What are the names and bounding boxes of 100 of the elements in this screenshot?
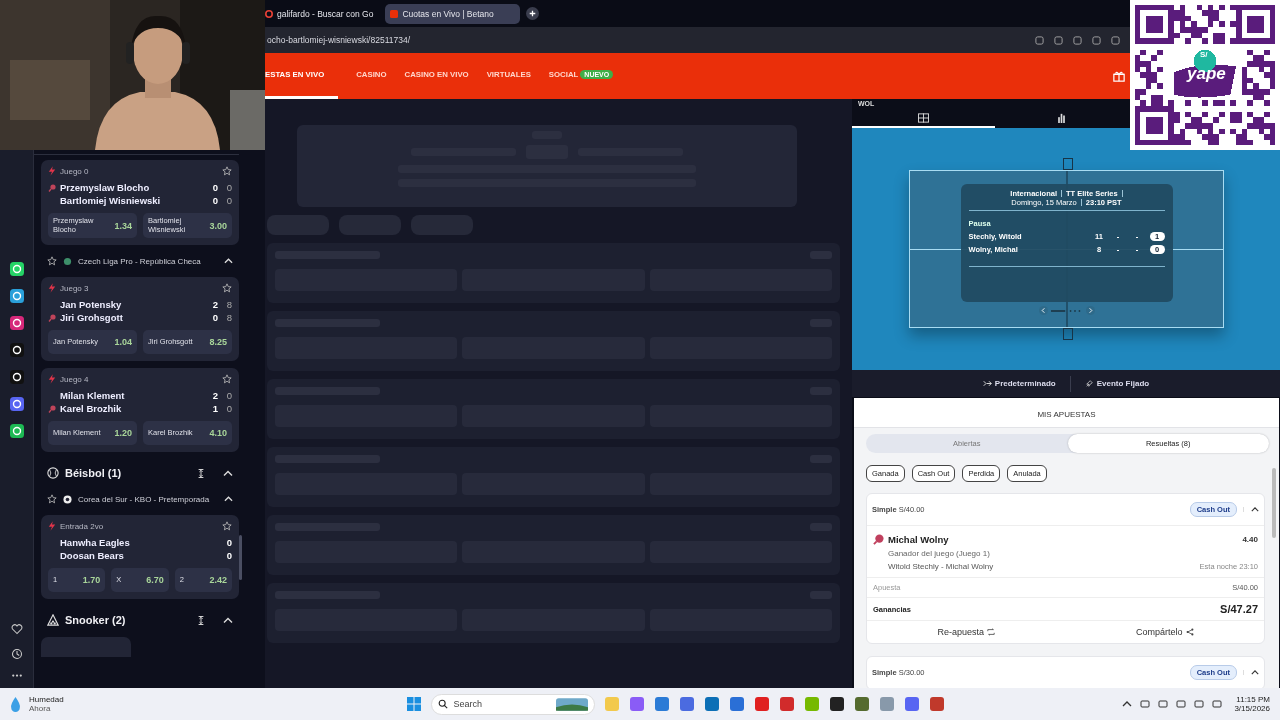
- sport-title[interactable]: Snooker (2): [65, 614, 191, 627]
- score: 0: [225, 537, 232, 549]
- paddle-icon: [873, 534, 884, 545]
- triangle-icon: [47, 614, 59, 627]
- star-icon[interactable]: [47, 494, 57, 505]
- player-name: Karel Brozhik: [60, 403, 123, 415]
- net-post: [1063, 328, 1073, 340]
- player-name: Przemyslaw Blocho: [60, 182, 151, 193]
- weather-title: Humedad: [29, 695, 64, 704]
- chevron-left-icon[interactable]: [1038, 306, 1048, 315]
- tray-icon[interactable]: [1158, 699, 1169, 709]
- net-post: [1063, 158, 1073, 170]
- tray-icon[interactable]: [1212, 699, 1223, 709]
- score: 8: [225, 299, 232, 311]
- g-logo-icon: [265, 9, 273, 18]
- collapse-icon[interactable]: [197, 467, 205, 479]
- heart-icon[interactable]: [10, 623, 23, 635]
- chevron-up-icon[interactable]: [223, 469, 233, 477]
- rebet-button[interactable]: Re-apuesta: [867, 624, 1066, 640]
- star-icon[interactable]: [222, 374, 232, 385]
- score: 0: [225, 403, 232, 415]
- share-button[interactable]: Compártelo: [1065, 624, 1264, 640]
- player-name: Jan Potensky: [60, 299, 123, 311]
- star-icon[interactable]: [222, 166, 232, 176]
- score: 1: [211, 403, 218, 415]
- clock-icon[interactable]: [10, 648, 23, 660]
- score: 0: [225, 550, 232, 562]
- score: 0: [225, 390, 232, 402]
- bar-chart-icon: [1055, 112, 1067, 123]
- chevron-up-icon[interactable]: [224, 496, 233, 503]
- clock-time: 11:15 PM: [1236, 695, 1270, 704]
- pinned-event-button[interactable]: Evento Fijado: [1080, 377, 1154, 390]
- clock-date: 3/15/2026: [1234, 704, 1270, 713]
- star-icon[interactable]: [222, 521, 232, 532]
- lightning-icon: [48, 166, 56, 176]
- star-icon[interactable]: [222, 283, 232, 294]
- score: 0: [211, 312, 218, 324]
- score: 2: [211, 390, 218, 402]
- player-name: Milan Klement: [60, 390, 126, 402]
- lightning-icon: [48, 374, 56, 385]
- gift-icon[interactable]: [1113, 70, 1125, 82]
- address-field[interactable]: ocho-bartlomiej-wisniewski/82511734/: [267, 35, 410, 45]
- panel-title: MIS APUESTAS: [854, 398, 1279, 428]
- chevron-up-icon[interactable]: [224, 258, 233, 265]
- chevron-up-icon[interactable]: [1243, 507, 1259, 512]
- chevron-up-icon[interactable]: [223, 616, 233, 624]
- pagination-icon: [1050, 308, 1083, 313]
- default-view-button[interactable]: Predeterminado: [978, 377, 1060, 390]
- tray-icon[interactable]: [1176, 699, 1187, 709]
- tray-icon[interactable]: [1140, 699, 1151, 709]
- player-name: Bartlomiej Wisniewski: [60, 195, 162, 206]
- pin-icon: [1084, 380, 1094, 387]
- windows-icon[interactable]: [405, 696, 422, 712]
- star-icon[interactable]: [47, 256, 57, 267]
- chevron-up-icon[interactable]: [1122, 699, 1133, 709]
- dot-icon: [63, 256, 72, 266]
- selection-name: Michal Wolny: [888, 534, 950, 545]
- more-icon[interactable]: [10, 673, 23, 678]
- currency-text: S/: [1200, 50, 1208, 59]
- browser-tab[interactable]: galifardo - Buscar con Go: [265, 3, 380, 24]
- winnings-value: S/47.27: [1220, 603, 1258, 615]
- event-status: Juego 4: [60, 374, 90, 384]
- event-status: Juego 0: [60, 166, 90, 176]
- score: 0: [211, 195, 218, 206]
- player-name: Hanwha Eagles: [60, 537, 131, 549]
- league-name[interactable]: Czech Liga Pro - República Checa: [78, 256, 218, 266]
- league-name[interactable]: Corea del Sur - KBO - Pretemporada: [78, 494, 218, 504]
- score: 0: [225, 182, 232, 193]
- collapse-icon[interactable]: [197, 614, 205, 626]
- browser-tab[interactable]: Cuotas en Vivo | Betano: [385, 3, 520, 24]
- player-name: Doosan Bears: [60, 550, 125, 562]
- search-field[interactable]: Search: [430, 693, 595, 715]
- market-name: Ganador del juego (Juego 1): [887, 549, 991, 558]
- weather-subtitle: Ahora: [29, 704, 52, 713]
- scrollbar-thumb[interactable]: [1272, 468, 1276, 538]
- score: 0: [225, 195, 232, 206]
- baseball-icon: [47, 467, 59, 480]
- event-name: Witold Stechly - Michal Wolny: [888, 562, 994, 571]
- grid-icon: [918, 112, 929, 123]
- lightning-icon: [48, 283, 56, 294]
- sport-title[interactable]: Béisbol (1): [65, 467, 191, 480]
- scrollbar-thumb[interactable]: [239, 535, 242, 580]
- score: 8: [225, 312, 232, 324]
- repeat-icon: [987, 628, 995, 636]
- chevron-right-icon[interactable]: [1085, 306, 1095, 315]
- arrows-icon: [982, 380, 992, 387]
- search-icon: [437, 699, 448, 709]
- app-icon[interactable]: [828, 696, 845, 712]
- tray-icon[interactable]: [1194, 699, 1205, 709]
- lightning-icon: [48, 521, 56, 532]
- chevron-up-icon[interactable]: [1243, 670, 1259, 675]
- event-status: Entrada 2vo: [60, 521, 105, 531]
- score: 0: [211, 182, 218, 193]
- ball-icon: [63, 494, 72, 504]
- logo-text: yape: [1187, 64, 1226, 84]
- plus-icon[interactable]: [525, 7, 539, 20]
- share-icon: [1185, 628, 1194, 636]
- score: 2: [211, 299, 218, 311]
- player-name: Jiri Grohsgott: [60, 312, 124, 324]
- square-icon: [390, 9, 399, 18]
